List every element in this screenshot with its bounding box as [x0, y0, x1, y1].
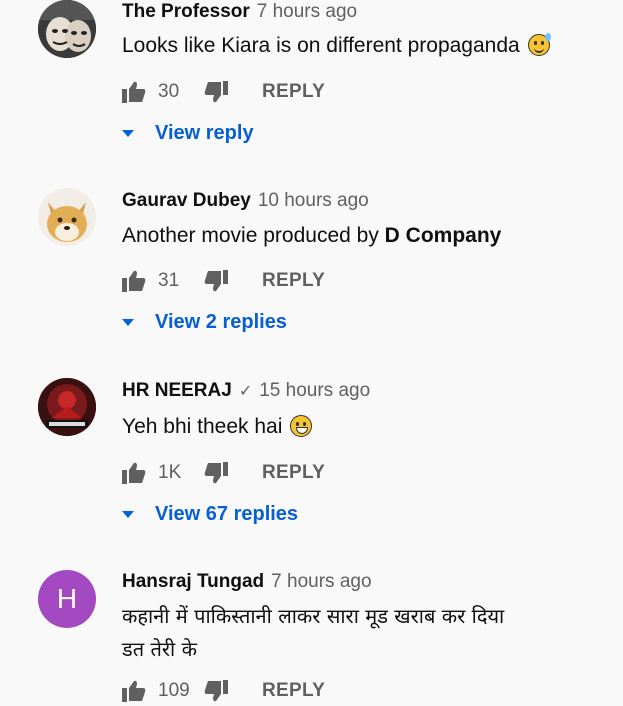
thumbs-up-icon[interactable] [122, 81, 146, 103]
avatar-letter: H [56, 583, 78, 614]
comment-actions: 1K REPLY [122, 458, 325, 488]
comment-header: HR NEERAJ ✓ 15 hours ago [122, 380, 370, 402]
thumbs-up-icon[interactable] [122, 270, 146, 292]
comment-text: कहानी में पाकिस्तानी लाकर सारा मूड खराब … [122, 600, 504, 666]
like-count: 30 [158, 81, 180, 102]
thumbs-up-icon[interactable] [122, 462, 146, 484]
avatar[interactable]: H [38, 570, 96, 628]
comment-text: Another movie produced by D Company [122, 224, 501, 248]
sweat-smile-emoji-icon [527, 33, 551, 56]
timestamp[interactable]: 7 hours ago [257, 1, 357, 23]
comment-text-content: Yeh bhi theek hai [122, 415, 283, 438]
verified-check-icon: ✓ [238, 383, 253, 400]
joy-emoji-icon [290, 415, 313, 437]
avatar[interactable] [38, 378, 96, 436]
comment-text: Looks like Kiara is on different propaga… [122, 33, 551, 58]
caret-down-icon [122, 130, 134, 137]
comment-actions: 109 REPLY [122, 676, 325, 706]
comment-actions: 31 REPLY [122, 266, 325, 296]
comment-header: Hansraj Tungad 7 hours ago [122, 571, 372, 593]
comment-text: Yeh bhi theek hai [122, 415, 313, 439]
reply-button[interactable]: REPLY [262, 462, 325, 484]
comment-text-line: कहानी में पाकिस्तानी लाकर सारा मूड खराब … [122, 604, 505, 628]
view-replies-button[interactable]: View 67 replies [122, 503, 298, 526]
author-name[interactable]: Gaurav Dubey [122, 190, 251, 212]
view-replies-label: View 2 replies [155, 311, 287, 333]
comment-header: Gaurav Dubey 10 hours ago [122, 190, 369, 212]
view-replies-button[interactable]: View 2 replies [122, 311, 287, 334]
avatar[interactable] [38, 0, 96, 58]
thumbs-down-icon[interactable] [204, 462, 228, 484]
like-count: 31 [158, 270, 180, 291]
comment-text-bold: D Company [384, 224, 502, 247]
reply-button[interactable]: REPLY [262, 81, 325, 103]
view-replies-label: View reply [155, 122, 254, 144]
timestamp[interactable]: 7 hours ago [271, 571, 371, 593]
comment-text-content: Another movie produced by [122, 224, 385, 247]
avatar[interactable] [38, 188, 96, 246]
timestamp[interactable]: 15 hours ago [259, 380, 370, 402]
view-replies-label: View 67 replies [155, 503, 299, 525]
view-replies-button[interactable]: View reply [122, 122, 254, 145]
caret-down-icon [122, 511, 134, 518]
caret-down-icon [122, 319, 134, 326]
thumbs-down-icon[interactable] [204, 270, 228, 292]
comment-text-line: डत तेरी के [122, 637, 197, 661]
comment-header: The Professor 7 hours ago [122, 1, 357, 23]
timestamp[interactable]: 10 hours ago [258, 190, 369, 212]
comment-text-content: Looks like Kiara is on different propaga… [122, 34, 520, 57]
author-name[interactable]: Hansraj Tungad [122, 571, 264, 593]
like-count: 1K [158, 462, 182, 483]
comment-actions: 30 REPLY [122, 77, 325, 107]
thumbs-down-icon[interactable] [204, 81, 228, 103]
reply-button[interactable]: REPLY [262, 270, 325, 292]
author-name[interactable]: The Professor [122, 1, 250, 23]
author-name[interactable]: HR NEERAJ [122, 380, 232, 402]
